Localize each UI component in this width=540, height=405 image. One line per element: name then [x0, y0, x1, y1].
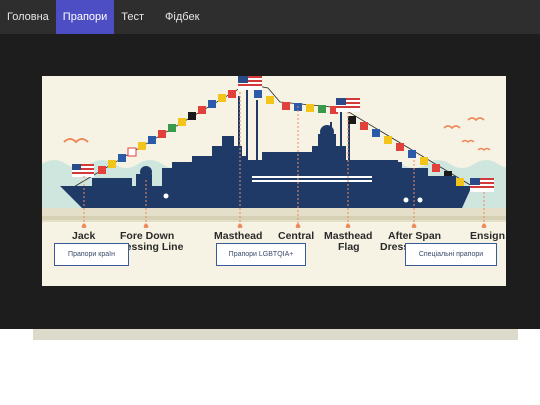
label-flag: Flag	[338, 241, 360, 253]
lgbtqia-flags-button[interactable]: Прапори LGBTQIA+	[216, 243, 306, 266]
us-flag-masthead-2	[336, 98, 360, 112]
label-jack: Jack	[72, 230, 96, 242]
label-central: Central	[278, 230, 315, 242]
label-after-span: After Span	[388, 230, 442, 242]
ship	[60, 125, 472, 208]
nav-test[interactable]: Тест	[114, 0, 151, 34]
label-masthead: Masthead	[214, 230, 263, 242]
us-flag-ensign	[470, 178, 494, 192]
special-flags-button[interactable]: Спеціальні прапори	[405, 243, 497, 266]
nav-home[interactable]: Головна	[0, 0, 56, 34]
country-flags-button[interactable]: Прапори країн	[54, 243, 129, 266]
us-flag-masthead	[238, 76, 262, 90]
bottom-strip	[33, 329, 518, 340]
us-flag-jack	[72, 164, 94, 177]
top-nav: Головна Прапори Тест Фідбек	[0, 0, 540, 34]
nav-flags[interactable]: Прапори	[55, 0, 115, 34]
label-fore-down: Fore Down	[120, 230, 175, 242]
label-ensign: Ensign	[470, 230, 506, 242]
nav-feedback[interactable]: Фідбек	[151, 0, 206, 34]
label-masthead-flag: Masthead	[324, 230, 373, 242]
